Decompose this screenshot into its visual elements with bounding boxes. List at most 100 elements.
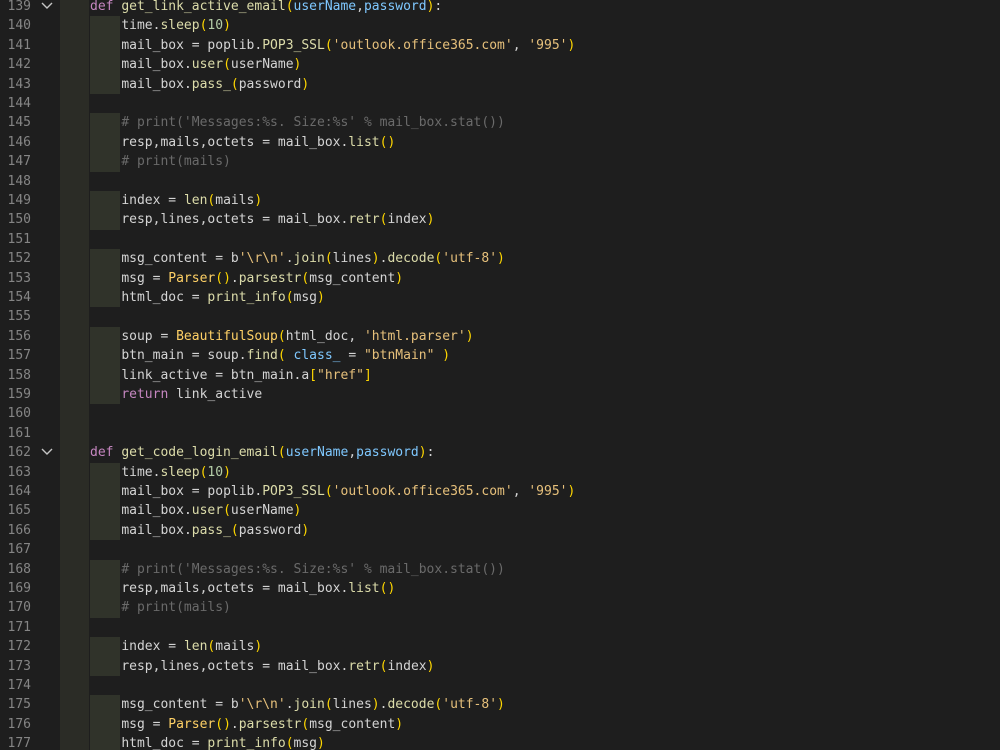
code-text[interactable]: msg_content = b'\r\n'.join(lines).decode…: [90, 249, 505, 268]
code-line[interactable]: 141 mail_box = poplib.POP3_SSL('outlook.…: [0, 35, 1000, 56]
code-text[interactable]: msg = Parser().parsestr(msg_content): [90, 715, 403, 734]
code-text[interactable]: index = len(mails): [90, 191, 262, 210]
code-text[interactable]: msg_content = b'\r\n'.join(lines).decode…: [90, 695, 505, 714]
code-text[interactable]: time.sleep(10): [90, 463, 231, 482]
code-line[interactable]: 143 mail_box.pass_(password): [0, 74, 1000, 94]
code-editor[interactable]: 139 def get_link_active_email(userName,pa…: [0, 0, 1000, 750]
code-text[interactable]: mail_box = poplib.POP3_SSL('outlook.offi…: [90, 36, 575, 55]
code-line[interactable]: 156 soup = BeautifulSoup(html_doc, 'html…: [0, 326, 1000, 347]
indent-guide: [60, 249, 89, 269]
code-line[interactable]: 161: [0, 423, 1000, 444]
indent-guide: [60, 559, 89, 579]
code-text[interactable]: html_doc = print_info(msg): [90, 288, 325, 307]
code-line[interactable]: 159 return link_active: [0, 385, 1000, 405]
code-text[interactable]: return link_active: [90, 385, 262, 404]
code-line[interactable]: 175 msg_content = b'\r\n'.join(lines).de…: [0, 695, 1000, 715]
code-line[interactable]: 177 html_doc = print_info(msg): [0, 734, 1000, 750]
code-line[interactable]: 154 html_doc = print_info(msg): [0, 288, 1000, 308]
code-line[interactable]: 160: [0, 404, 1000, 424]
code-line[interactable]: 158 link_active = btn_main.a["href"]: [0, 365, 1000, 385]
indent-guide: [60, 191, 89, 211]
code-text[interactable]: mail_box.pass_(password): [90, 521, 309, 540]
code-text[interactable]: mail_box.pass_(password): [90, 75, 309, 94]
line-number: 148: [7, 173, 31, 189]
line-number: 165: [7, 503, 31, 519]
indent-guide: [60, 210, 89, 230]
line-number: 159: [7, 387, 31, 402]
code-line[interactable]: 152 msg_content = b'\r\n'.join(lines).de…: [0, 249, 1000, 269]
code-text[interactable]: mail_box = poplib.POP3_SSL('outlook.offi…: [90, 482, 575, 501]
code-line[interactable]: 173 resp,lines,octets = mail_box.retr(in…: [0, 656, 1000, 676]
code-line[interactable]: 142 mail_box.user(userName): [0, 55, 1000, 75]
code-text[interactable]: def get_code_login_email(userName,passwo…: [90, 443, 434, 462]
indent-guide: [60, 152, 89, 172]
code-text[interactable]: mail_box.user(userName): [90, 55, 301, 74]
code-line[interactable]: 165 mail_box.user(userName): [0, 501, 1000, 521]
code-line[interactable]: 170 # print(mails): [0, 598, 1000, 618]
indent-guide: [60, 462, 89, 482]
code-line[interactable]: 168 # print('Messages:%s. Size:%s' % mai…: [0, 559, 1000, 579]
code-line[interactable]: 169 resp,mails,octets = mail_box.list(): [0, 579, 1000, 599]
line-number: 144: [7, 96, 31, 111]
fold-chevron-icon[interactable]: [40, 445, 54, 459]
code-line[interactable]: 144: [0, 94, 1000, 114]
code-text[interactable]: # print('Messages:%s. Size:%s' % mail_bo…: [90, 113, 505, 132]
code-text[interactable]: index = len(mails): [90, 637, 262, 656]
code-text[interactable]: btn_main = soup.find( class_ = "btnMain"…: [90, 346, 450, 365]
code-text[interactable]: resp,lines,octets = mail_box.retr(index): [90, 210, 434, 229]
indent-guide: [60, 695, 89, 715]
indent-guide: [60, 443, 89, 463]
code-text[interactable]: def get_link_active_email(userName,passw…: [90, 0, 442, 16]
code-line[interactable]: 146 resp,mails,octets = mail_box.list(): [0, 132, 1000, 153]
code-line[interactable]: 147 # print(mails): [0, 152, 1000, 172]
line-number: 150: [7, 212, 31, 228]
code-line[interactable]: 148: [0, 171, 1000, 191]
code-line[interactable]: 163 time.sleep(10): [0, 462, 1000, 482]
code-text[interactable]: resp,mails,octets = mail_box.list(): [90, 133, 395, 152]
code-line[interactable]: 149 index = len(mails): [0, 191, 1000, 211]
indent-guide: [60, 365, 89, 385]
code-line[interactable]: 155: [0, 307, 1000, 327]
fold-chevron-icon[interactable]: [40, 0, 54, 13]
line-number: 157: [7, 348, 31, 364]
code-line[interactable]: 172 index = len(mails): [0, 637, 1000, 657]
indent-guide: [60, 132, 89, 153]
code-line[interactable]: 166 mail_box.pass_(password): [0, 520, 1000, 541]
line-number: 176: [7, 716, 31, 732]
indent-guide: [60, 501, 89, 521]
code-text[interactable]: html_doc = print_info(msg): [90, 734, 325, 750]
code-line[interactable]: 162 def get_code_login_email(userName,pas…: [0, 443, 1000, 463]
code-text[interactable]: mail_box.user(userName): [90, 501, 301, 520]
code-text[interactable]: msg = Parser().parsestr(msg_content): [90, 269, 403, 288]
code-line[interactable]: 176 msg = Parser().parsestr(msg_content): [0, 714, 1000, 735]
code-line[interactable]: 151: [0, 229, 1000, 250]
code-text[interactable]: link_active = btn_main.a["href"]: [90, 366, 371, 385]
code-line[interactable]: 164 mail_box = poplib.POP3_SSL('outlook.…: [0, 482, 1000, 502]
code-text[interactable]: soup = BeautifulSoup(html_doc, 'html.par…: [90, 327, 473, 346]
code-text[interactable]: # print('Messages:%s. Size:%s' % mail_bo…: [90, 560, 505, 579]
code-line[interactable]: 139 def get_link_active_email(userName,pa…: [0, 0, 1000, 17]
code-text[interactable]: resp,lines,octets = mail_box.retr(index): [90, 657, 434, 676]
line-number: 174: [7, 678, 31, 693]
code-text[interactable]: time.sleep(10): [90, 16, 231, 35]
code-line[interactable]: 157 btn_main = soup.find( class_ = "btnM…: [0, 346, 1000, 366]
code-line[interactable]: 167: [0, 540, 1000, 560]
indent-guide: [60, 656, 89, 676]
line-number: 141: [7, 37, 31, 53]
code-text[interactable]: # print(mails): [90, 152, 231, 171]
code-text[interactable]: resp,mails,octets = mail_box.list(): [90, 579, 395, 598]
line-number: 173: [7, 658, 31, 674]
indent-guide: [60, 74, 89, 94]
indent-guide: [60, 16, 89, 36]
code-text[interactable]: # print(mails): [90, 598, 231, 617]
line-number: 156: [7, 328, 31, 344]
code-line[interactable]: 145 # print('Messages:%s. Size:%s' % mai…: [0, 113, 1000, 133]
code-line[interactable]: 150 resp,lines,octets = mail_box.retr(in…: [0, 210, 1000, 230]
code-line[interactable]: 174: [0, 676, 1000, 696]
indent-guide: [60, 229, 89, 250]
code-line[interactable]: 153 msg = Parser().parsestr(msg_content): [0, 268, 1000, 288]
code-line[interactable]: 171: [0, 617, 1000, 638]
code-line[interactable]: 140 time.sleep(10): [0, 16, 1000, 36]
indent-guide: [60, 55, 89, 75]
line-number: 162: [7, 445, 31, 461]
